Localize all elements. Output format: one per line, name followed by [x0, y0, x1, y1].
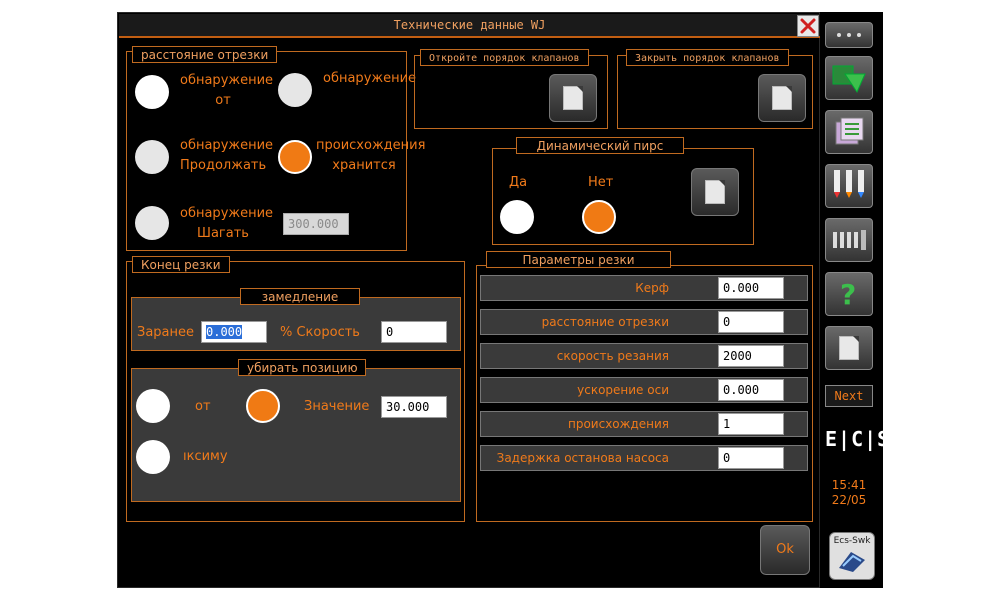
- torch-icon: [834, 170, 864, 198]
- ok-button[interactable]: Ok: [760, 525, 810, 575]
- cut-distance-legend: расстояние отрезки: [132, 46, 278, 63]
- ecs-swk-label: Ecs-Swk: [833, 536, 871, 546]
- document-icon: [839, 336, 859, 360]
- param-label: происхождения: [568, 417, 669, 431]
- detect-step-line2: Шагать: [197, 226, 249, 241]
- param-row-kerf: Керф 0.000: [480, 275, 808, 301]
- origin-stored-line1: происхождения: [316, 138, 426, 153]
- radio-detect-from[interactable]: [135, 75, 169, 109]
- document-button[interactable]: [825, 326, 873, 370]
- advance-field[interactable]: 0.000: [201, 321, 267, 343]
- radio-origin-stored[interactable]: [278, 140, 312, 174]
- radio-pierce-no[interactable]: [582, 200, 616, 234]
- ellipsis-icon: [837, 33, 861, 37]
- documents-button[interactable]: [825, 110, 873, 154]
- cut-params-legend: Параметры резки: [486, 251, 671, 268]
- param-label: Керф: [635, 281, 669, 295]
- close-valve-button[interactable]: [758, 74, 806, 122]
- detect-from-line2: от: [215, 93, 231, 108]
- open-valve-legend: Откройте порядок клапанов: [420, 49, 589, 66]
- torch-button[interactable]: [825, 164, 873, 208]
- speed-label: % Скорость: [280, 325, 360, 340]
- close-icon: [800, 18, 816, 34]
- detect-from-line1: обнаружение: [180, 73, 274, 88]
- param-field-origin[interactable]: 1: [718, 413, 784, 435]
- slowdown-legend: замедление: [240, 288, 360, 305]
- advance-value: 0.000: [206, 325, 243, 339]
- detect-step-line1: обнаружение: [180, 206, 274, 221]
- param-row-axis-accel: ускорение оси 0.000: [480, 377, 808, 403]
- title-bar: Технические данные WJ: [119, 14, 820, 38]
- radio-detect-step[interactable]: [135, 206, 169, 240]
- document-icon: [563, 86, 583, 110]
- open-valve-button[interactable]: [549, 74, 597, 122]
- pierce-yes-label: Да: [509, 175, 528, 190]
- param-label: Задержка останова насоса: [496, 451, 669, 465]
- origin-stored-line2: хранится: [332, 158, 396, 173]
- param-row-cut-distance: расстояние отрезки 0: [480, 309, 808, 335]
- speed-field[interactable]: 0: [381, 321, 447, 343]
- svg-text:?: ?: [840, 278, 856, 310]
- param-field-cut-speed[interactable]: 2000: [718, 345, 784, 367]
- clock: 15:41 22/05: [825, 478, 873, 508]
- param-row-origin: происхождения 1: [480, 411, 808, 437]
- ecs-logo: E|C|S: [825, 427, 891, 451]
- document-icon: [705, 180, 725, 204]
- radio-detect-continue[interactable]: [135, 140, 169, 174]
- param-row-cut-speed: скорость резания 2000: [480, 343, 808, 369]
- param-field-kerf[interactable]: 0.000: [718, 277, 784, 299]
- radio-retract-value[interactable]: [246, 389, 280, 423]
- more-button[interactable]: [825, 22, 873, 48]
- retract-legend: убирать позицию: [238, 359, 366, 376]
- step-value-field: 300.000: [283, 213, 349, 235]
- param-label: скорость резания: [556, 349, 669, 363]
- ecs-swk-button[interactable]: Ecs-Swk: [829, 532, 875, 580]
- help-button[interactable]: ?: [825, 272, 873, 316]
- dialog-title: Технические данные WJ: [393, 18, 546, 32]
- close-button[interactable]: [797, 15, 819, 37]
- clock-date: 22/05: [831, 493, 867, 507]
- document-icon: [772, 86, 792, 110]
- retract-value-field[interactable]: 30.000: [381, 396, 447, 418]
- param-field-pump-delay[interactable]: 0: [718, 447, 784, 469]
- radio-retract-from[interactable]: [136, 389, 170, 423]
- dynamic-pierce-button[interactable]: [691, 168, 739, 216]
- param-row-pump-delay: Задержка останова насоса 0: [480, 445, 808, 471]
- documents-icon: [835, 117, 864, 145]
- radio-retract-max[interactable]: [136, 440, 170, 474]
- param-label: ускорение оси: [577, 383, 669, 397]
- valves-icon: [833, 230, 866, 250]
- retract-value-label: Значение: [304, 399, 370, 414]
- dynamic-pierce-legend: Динамический пирс: [516, 137, 684, 154]
- radio-detect[interactable]: [278, 73, 312, 107]
- valves-button[interactable]: [825, 218, 873, 262]
- clock-time: 15:41: [831, 478, 867, 492]
- advance-label: Заранее: [137, 325, 195, 340]
- detect-continue-line1: обнаружение: [180, 138, 274, 153]
- help-icon: ?: [840, 278, 856, 310]
- retract-max-label: ıксиму: [183, 449, 228, 464]
- machine-icon: [839, 552, 865, 572]
- detect-continue-line2: Продолжать: [180, 158, 267, 173]
- shapes-icon: [832, 65, 866, 94]
- retract-panel: [131, 368, 461, 502]
- radio-pierce-yes[interactable]: [500, 200, 534, 234]
- param-field-cut-distance[interactable]: 0: [718, 311, 784, 333]
- retract-from-label: от: [195, 399, 211, 414]
- close-valve-legend: Закрыть порядок клапанов: [626, 49, 789, 66]
- detect-label: обнаружение: [323, 71, 417, 86]
- next-button[interactable]: Next: [825, 385, 873, 407]
- param-field-axis-accel[interactable]: 0.000: [718, 379, 784, 401]
- sidebar: ? Next E|C|S 15:41 22/05 Ecs-Swk: [820, 12, 891, 588]
- shapes-button[interactable]: [825, 56, 873, 100]
- cut-end-legend: Конец резки: [132, 256, 230, 273]
- param-label: расстояние отрезки: [541, 315, 669, 329]
- pierce-no-label: Нет: [588, 175, 614, 190]
